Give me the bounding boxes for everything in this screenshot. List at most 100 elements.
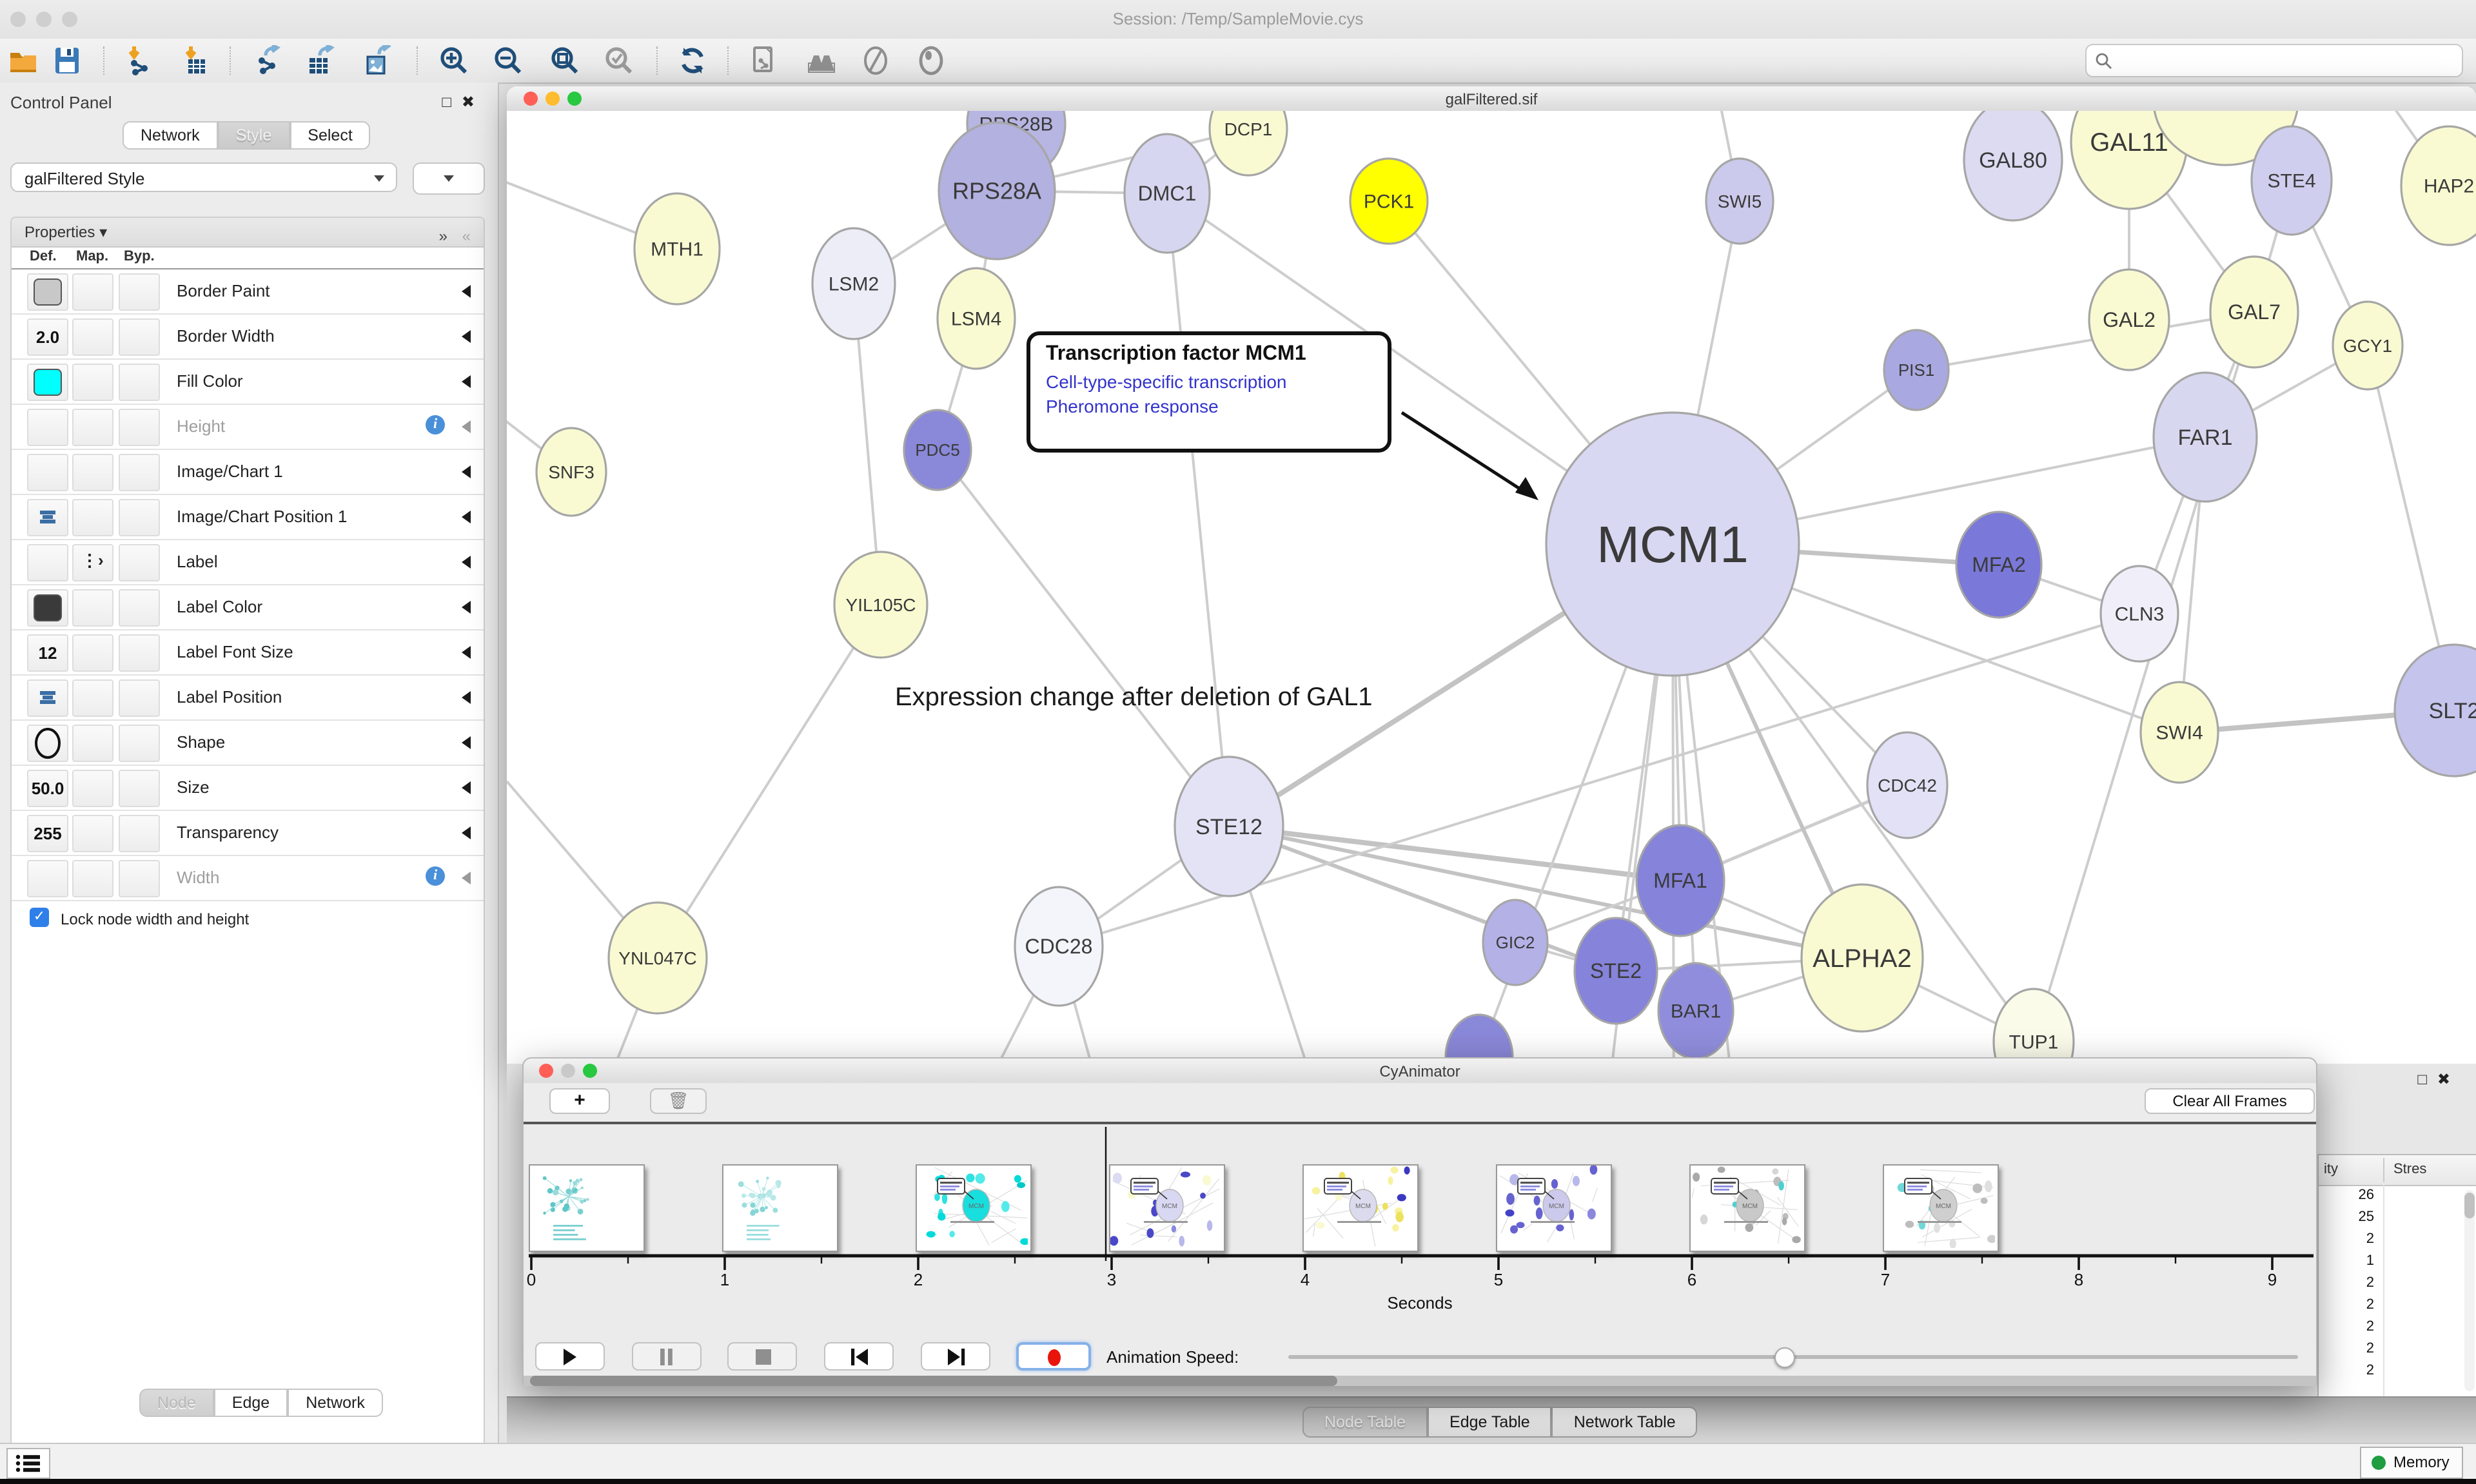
tab-network[interactable]: Network [123, 121, 218, 150]
table-row[interactable]: 2 [2319, 1230, 2476, 1252]
mapping-value-cell[interactable] [72, 409, 113, 446]
network-node-PCK1[interactable]: PCK1 [1350, 159, 1428, 244]
frame-thumbnail-5s[interactable]: MCM [1496, 1164, 1612, 1252]
default-value-cell[interactable]: 2.0 [27, 318, 68, 356]
frames-timeline[interactable]: Seconds 0123456789MCMMCMMCMMCMMCMMCM [524, 1124, 2316, 1342]
network-node-DCP1[interactable]: DCP1 [1210, 111, 1287, 175]
default-value-cell[interactable] [27, 364, 68, 401]
default-value-cell[interactable] [27, 454, 68, 491]
bypass-value-cell[interactable] [119, 589, 160, 627]
expand-property-icon[interactable] [462, 826, 471, 839]
network-node-GAL80[interactable]: GAL80 [1964, 111, 2062, 220]
table-row[interactable]: 2 [2319, 1318, 2476, 1340]
bypass-value-cell[interactable] [119, 679, 160, 717]
zoom-fit-icon[interactable] [549, 45, 580, 76]
mapping-value-cell[interactable] [72, 499, 113, 536]
network-node-SNF3[interactable]: SNF3 [536, 428, 606, 516]
network-node-CLN3[interactable]: CLN3 [2101, 566, 2178, 661]
tab-edge[interactable]: Edge [214, 1389, 288, 1417]
table-row[interactable]: 2 [2319, 1296, 2476, 1318]
hide-details-icon[interactable] [860, 45, 891, 76]
bypass-value-cell[interactable] [119, 499, 160, 536]
network-node-ALPHA2[interactable]: ALPHA2 [1802, 884, 1923, 1031]
default-value-cell[interactable] [27, 409, 68, 446]
network-node-TUP1[interactable]: TUP1 [1994, 989, 2074, 1064]
network-node-SWI4[interactable]: SWI4 [2141, 682, 2218, 783]
bypass-value-cell[interactable] [119, 770, 160, 807]
previous-frame-button[interactable] [824, 1342, 894, 1371]
memory-button[interactable]: Memory [2360, 1447, 2463, 1479]
slider-handle[interactable] [1774, 1347, 1794, 1368]
table-row[interactable]: 26 [2319, 1186, 2476, 1208]
zoom-out-icon[interactable] [493, 45, 524, 76]
expand-property-icon[interactable] [462, 781, 471, 794]
table-row[interactable]: 25 [2319, 1208, 2476, 1230]
expand-property-icon[interactable] [462, 691, 471, 704]
frame-thumbnail-3s[interactable]: MCM [1109, 1164, 1225, 1252]
network-node-LSM4[interactable]: LSM4 [938, 268, 1015, 369]
table-row[interactable]: 2 [2319, 1362, 2476, 1383]
mapping-value-cell[interactable] [72, 815, 113, 852]
bypass-value-cell[interactable] [119, 815, 160, 852]
property-row-label[interactable]: ⋮›Label [12, 540, 484, 585]
mapping-value-cell[interactable] [72, 679, 113, 717]
network-node-GCY1[interactable]: GCY1 [2333, 302, 2402, 389]
export-network-icon[interactable] [253, 45, 284, 76]
mapping-value-cell[interactable] [72, 273, 113, 311]
tab-network-table[interactable]: Network Table [1552, 1407, 1698, 1438]
property-row-label-color[interactable]: Label Color [12, 585, 484, 630]
collapse-all-icon[interactable]: « [462, 222, 471, 250]
network-node-CDC42[interactable]: CDC42 [1867, 732, 1947, 838]
default-value-cell[interactable] [27, 860, 68, 897]
expand-property-icon[interactable] [462, 285, 471, 298]
properties-header[interactable]: Properties ▾ » « [12, 218, 484, 248]
control-panel-window-icons[interactable]: □✖ [442, 93, 485, 111]
mapping-value-cell[interactable] [72, 589, 113, 627]
binoculars-icon[interactable] [806, 45, 837, 76]
network-node-HAP2[interactable]: HAP2 [2401, 126, 2476, 245]
default-value-cell[interactable]: 12 [27, 634, 68, 672]
frame-thumbnail-6s[interactable]: MCM [1689, 1164, 1805, 1252]
expand-property-icon[interactable] [462, 330, 471, 343]
tab-network[interactable]: Network [288, 1389, 383, 1417]
expand-property-icon[interactable] [462, 511, 471, 523]
next-frame-button[interactable] [921, 1342, 990, 1371]
expand-property-icon[interactable] [462, 556, 471, 569]
expand-property-icon[interactable] [462, 736, 471, 749]
frame-thumbnail-2s[interactable]: MCM [916, 1164, 1032, 1252]
default-value-cell[interactable] [27, 499, 68, 536]
default-value-cell[interactable]: 50.0 [27, 770, 68, 807]
style-options-button[interactable] [413, 162, 485, 195]
network-window-titlebar[interactable]: galFiltered.sif [507, 86, 2476, 112]
property-row-width[interactable]: Widthi [12, 856, 484, 901]
mapping-value-cell[interactable] [72, 318, 113, 356]
animation-speed-slider[interactable] [1288, 1355, 2298, 1359]
bypass-value-cell[interactable] [119, 409, 160, 446]
play-button[interactable] [535, 1342, 605, 1371]
node-table-header[interactable]: ity Stres [2319, 1155, 2476, 1186]
network-node-LSM2[interactable]: LSM2 [812, 228, 895, 339]
tab-edge-table[interactable]: Edge Table [1428, 1407, 1552, 1438]
table-scrollbar[interactable] [2464, 1190, 2475, 1391]
tab-node-table[interactable]: Node Table [1302, 1407, 1428, 1438]
mapping-value-cell[interactable] [72, 634, 113, 672]
add-frame-button[interactable]: + [549, 1088, 610, 1114]
network-node-MTH1[interactable]: MTH1 [634, 193, 720, 304]
property-row-label-font-size[interactable]: 12Label Font Size [12, 630, 484, 676]
property-row-image-chart-position-1[interactable]: Image/Chart Position 1 [12, 495, 484, 540]
cyanimator-titlebar[interactable]: CyAnimator [524, 1059, 2316, 1084]
expand-all-icon[interactable]: » [439, 222, 447, 250]
frame-thumbnail-0s[interactable] [529, 1164, 645, 1252]
network-node-STE2[interactable]: STE2 [1575, 918, 1657, 1024]
annotation-link[interactable]: Pheromone response [1046, 396, 1388, 416]
table-row[interactable]: 1 [2319, 1252, 2476, 1274]
property-row-label-position[interactable]: Label Position [12, 676, 484, 721]
bypass-value-cell[interactable] [119, 860, 160, 897]
network-canvas[interactable]: RPS28BDCP1RPS28ADMC1PCK1SWI5GAL80GAL11ST… [507, 111, 2476, 1064]
property-row-size[interactable]: 50.0Size [12, 766, 484, 811]
property-row-border-width[interactable]: 2.0Border Width [12, 315, 484, 360]
network-node-SWI5[interactable]: SWI5 [1706, 159, 1773, 244]
property-row-image-chart-1[interactable]: Image/Chart 1 [12, 450, 484, 495]
table-row[interactable]: 2 [2319, 1274, 2476, 1296]
network-node-NODEX[interactable] [1446, 1015, 1513, 1064]
